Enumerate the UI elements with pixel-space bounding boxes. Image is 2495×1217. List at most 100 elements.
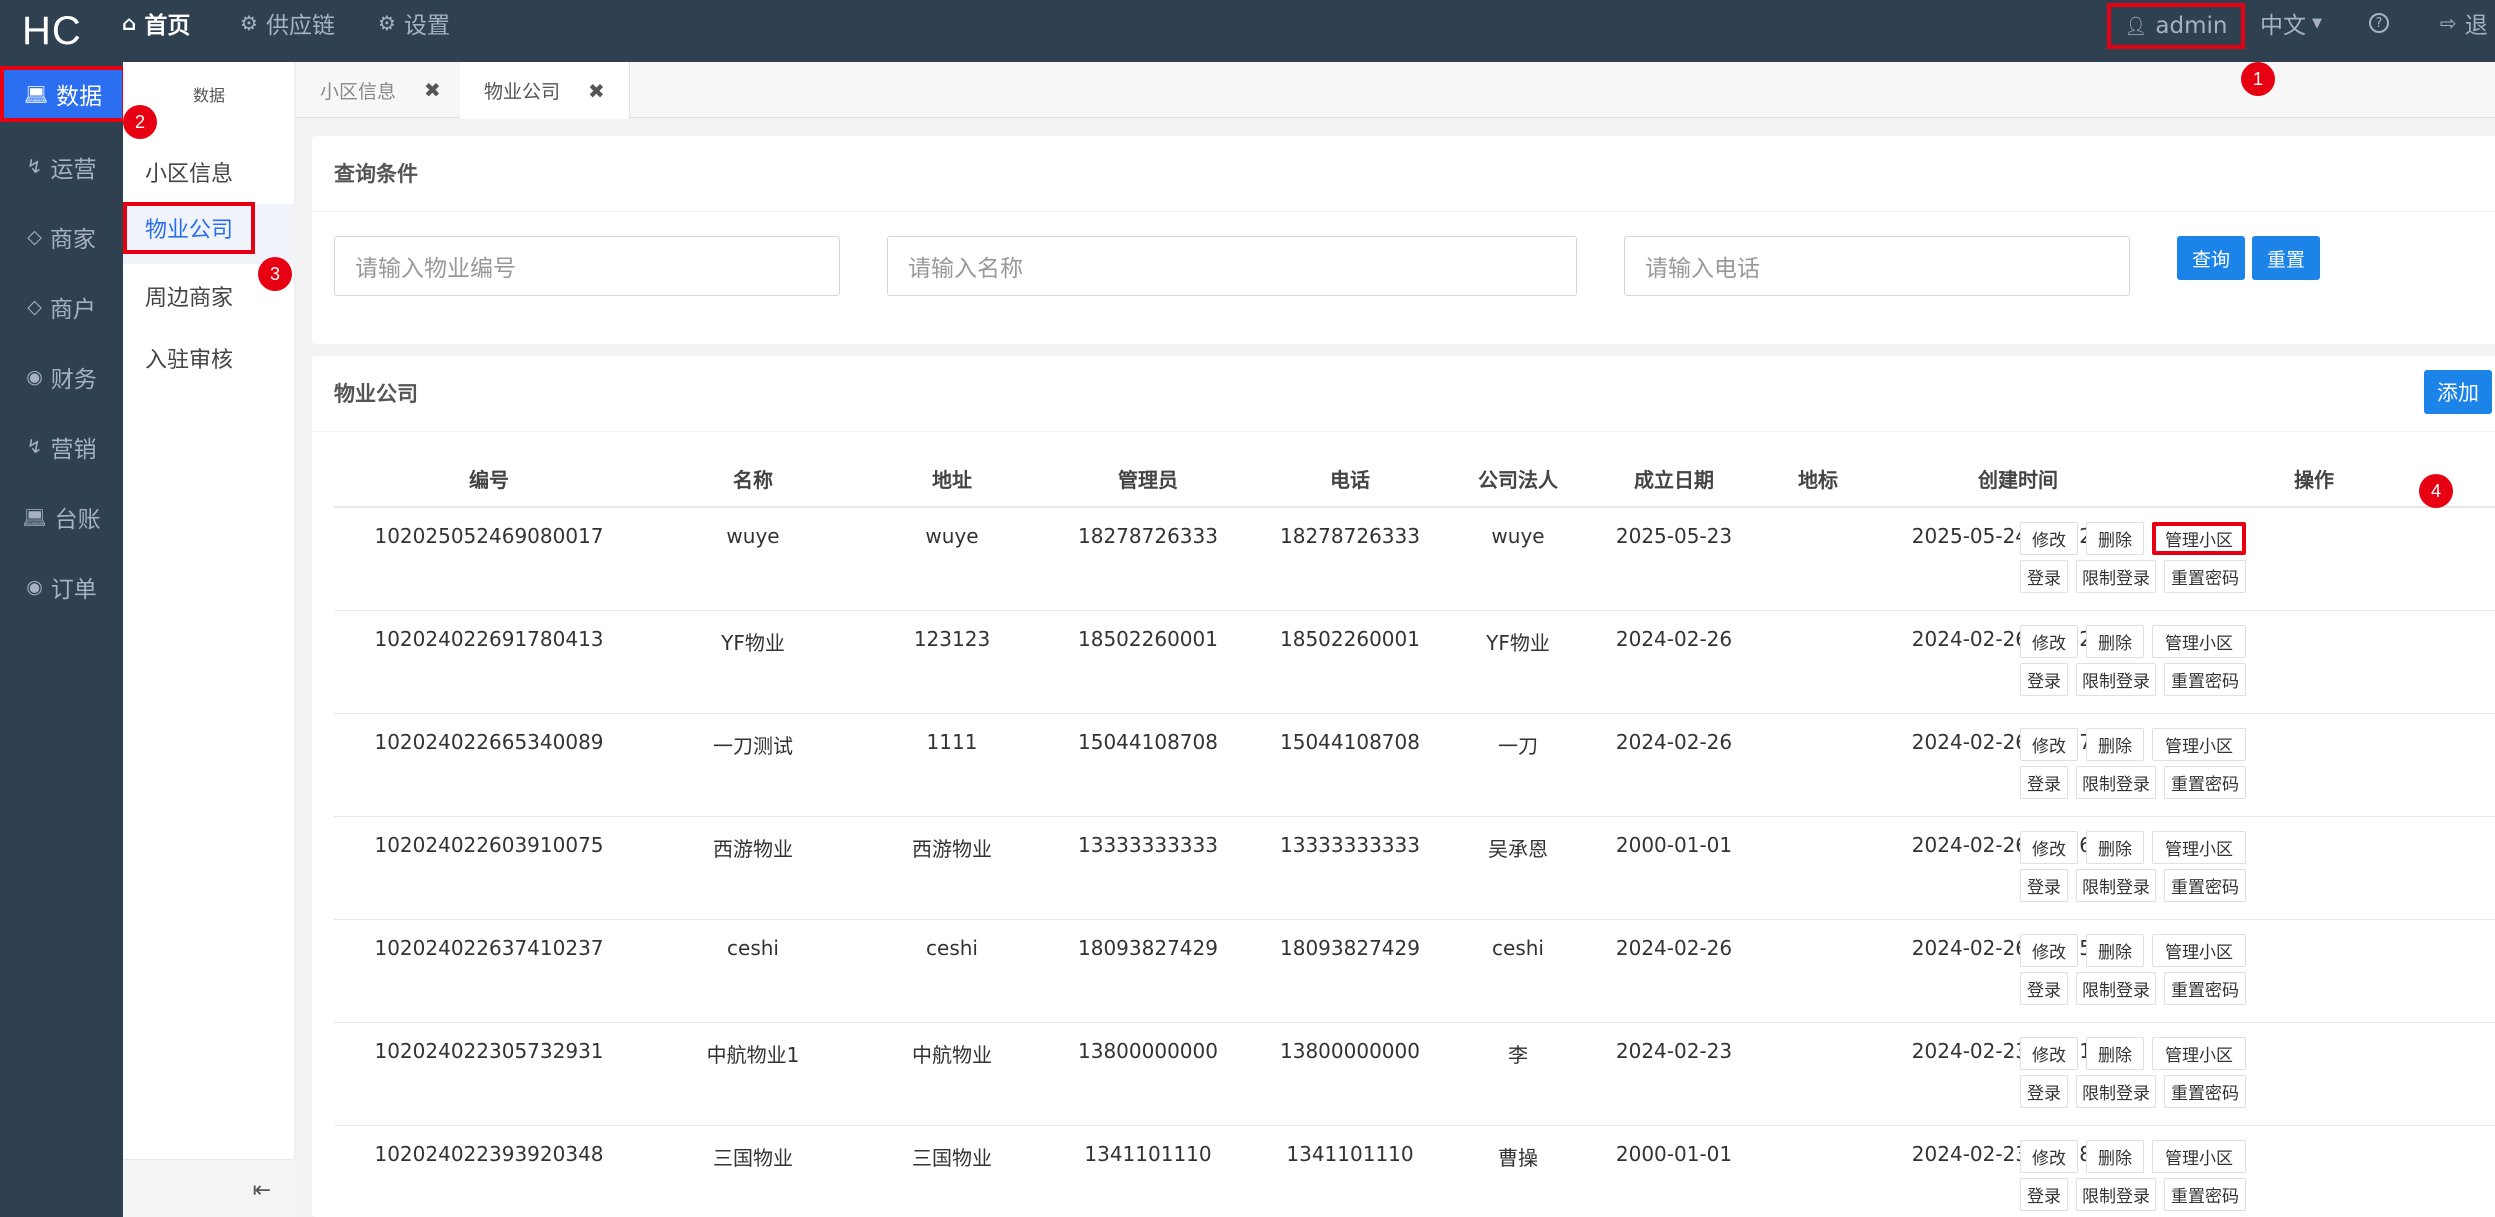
manage-community-button[interactable]: 管理小区	[2152, 1140, 2246, 1173]
manage-community-button[interactable]: 管理小区	[2152, 934, 2246, 967]
gear-icon: ⚙	[240, 11, 258, 35]
close-icon[interactable]: ✖	[588, 79, 605, 103]
table-cell: 一刀	[1498, 734, 1538, 758]
sign-out-icon: ⇨	[2440, 11, 2457, 35]
sidebar-item-orders[interactable]: ◉ 订单	[0, 552, 123, 622]
delete-button[interactable]: 删除	[2086, 934, 2144, 967]
login-button[interactable]: 登录	[2020, 663, 2068, 696]
sidebar-item-finance[interactable]: ◉ 财务	[0, 342, 123, 412]
sidebar-item-ledger[interactable]: 💻︎ 台账	[0, 482, 123, 552]
login-button[interactable]: 登录	[2020, 766, 2068, 799]
restrict-login-button[interactable]: 限制登录	[2076, 560, 2156, 593]
sidebar-item-label: 台账	[54, 507, 101, 533]
table-cell: 102024022603910075	[374, 833, 604, 857]
property-code-input[interactable]: 请输入物业编号	[334, 236, 840, 296]
table-cell: 2024-02-26	[1615, 627, 1733, 651]
sidebar-item-marketing[interactable]: ↯ 营销	[0, 412, 123, 482]
login-button[interactable]: 登录	[2020, 560, 2068, 593]
table-cell: 2024-02-26	[1615, 730, 1733, 754]
table-cell: 西游物业	[713, 837, 793, 861]
delete-button[interactable]: 删除	[2086, 831, 2144, 864]
nav-home[interactable]: ⌂ 首页	[122, 0, 190, 46]
login-button[interactable]: 登录	[2020, 1178, 2068, 1211]
delete-button[interactable]: 删除	[2086, 522, 2144, 555]
column-header: 成立日期	[1634, 468, 1714, 492]
table-cell: 13800000000	[1078, 1039, 1218, 1063]
submenu-item-entry-review[interactable]: 入驻审核	[145, 342, 233, 374]
restrict-login-button[interactable]: 限制登录	[2076, 663, 2156, 696]
sidebar-item-shops[interactable]: ◇ 商户	[0, 272, 123, 342]
delete-button[interactable]: 删除	[2086, 625, 2144, 658]
name-input[interactable]: 请输入名称	[887, 236, 1577, 296]
manage-community-button[interactable]: 管理小区	[2152, 831, 2246, 864]
edit-button[interactable]: 修改	[2020, 522, 2078, 555]
table-cell: 曹操	[1498, 1146, 1538, 1170]
gear-icon: ⚙	[378, 11, 396, 35]
delete-button[interactable]: 删除	[2086, 728, 2144, 761]
edit-button[interactable]: 修改	[2020, 625, 2078, 658]
table-cell: ceshi	[727, 936, 779, 960]
submenu-item-nearby-merchants[interactable]: 周边商家	[145, 280, 233, 312]
edit-button[interactable]: 修改	[2020, 728, 2078, 761]
main-sidebar: 💻︎ 数据 ↯ 运营 ◇ 商家 ◇ 商户 ◉ 财务 ↯ 营销 💻︎ 台账 ◉ 订…	[0, 62, 126, 1217]
submenu-item-property-company[interactable]: 物业公司	[123, 202, 256, 254]
tab-property-company[interactable]: 物业公司 ✖	[460, 62, 630, 119]
edit-button[interactable]: 修改	[2020, 1037, 2078, 1070]
manage-community-button[interactable]: 管理小区	[2152, 522, 2246, 555]
add-button[interactable]: 添加	[2424, 370, 2492, 414]
delete-button[interactable]: 删除	[2086, 1037, 2144, 1070]
reset-password-button[interactable]: 重置密码	[2164, 972, 2246, 1005]
sidebar-item-data[interactable]: 💻︎ 数据	[0, 66, 126, 122]
reset-password-button[interactable]: 重置密码	[2164, 766, 2246, 799]
table-header: 编号 名称 地址 管理员 电话 公司法人 成立日期 地标 创建时间 操作	[334, 452, 2495, 508]
reset-password-button[interactable]: 重置密码	[2164, 1075, 2246, 1108]
table-row: 102024022637410237 ceshi ceshi 18093827429 1…	[334, 920, 2495, 1023]
table-cell: 13800000000	[1280, 1039, 1420, 1063]
collapse-menu-icon[interactable]: ⇤	[253, 1178, 271, 1203]
submenu-footer: ⇤	[123, 1159, 295, 1217]
manage-community-button[interactable]: 管理小区	[2152, 625, 2246, 658]
delete-button[interactable]: 删除	[2086, 1140, 2144, 1173]
logout-button[interactable]: ⇨ 退	[2440, 0, 2488, 46]
edit-button[interactable]: 修改	[2020, 831, 2078, 864]
login-button[interactable]: 登录	[2020, 972, 2068, 1005]
reset-password-button[interactable]: 重置密码	[2164, 869, 2246, 902]
table-cell: 2000-01-01	[1615, 833, 1733, 857]
manage-community-button[interactable]: 管理小区	[2152, 728, 2246, 761]
login-button[interactable]: 登录	[2020, 1075, 2068, 1108]
reset-button[interactable]: 重置	[2252, 236, 2320, 280]
user-menu[interactable]: 👤︎ admin	[2107, 3, 2245, 49]
table-cell: 18278726333	[1280, 524, 1420, 548]
sidebar-item-operations[interactable]: ↯ 运营	[0, 132, 123, 202]
manage-community-button[interactable]: 管理小区	[2152, 1037, 2246, 1070]
nav-supply-chain[interactable]: ⚙ 供应链	[240, 0, 335, 46]
reset-password-button[interactable]: 重置密码	[2164, 560, 2246, 593]
reset-password-button[interactable]: 重置密码	[2164, 663, 2246, 696]
table-row: 102024022603910075 西游物业 西游物业 13333333333 133…	[334, 817, 2495, 920]
language-dropdown[interactable]: 中文 ▼	[2260, 0, 2322, 46]
restrict-login-button[interactable]: 限制登录	[2076, 972, 2156, 1005]
restrict-login-button[interactable]: 限制登录	[2076, 1075, 2156, 1108]
edit-button[interactable]: 修改	[2020, 1140, 2078, 1173]
restrict-login-button[interactable]: 限制登录	[2076, 1178, 2156, 1211]
tab-community[interactable]: 小区信息 ✖	[296, 62, 466, 118]
bolt-icon: ↯	[26, 156, 43, 178]
phone-input[interactable]: 请输入电话	[1624, 236, 2130, 296]
column-header: 操作	[2294, 468, 2334, 492]
page-tabs: 小区信息 ✖ 物业公司 ✖	[296, 62, 2495, 119]
restrict-login-button[interactable]: 限制登录	[2076, 869, 2156, 902]
restrict-login-button[interactable]: 限制登录	[2076, 766, 2156, 799]
submenu-item-community[interactable]: 小区信息	[145, 156, 233, 188]
login-button[interactable]: 登录	[2020, 869, 2068, 902]
table-cell: 18278726333	[1078, 524, 1218, 548]
close-icon[interactable]: ✖	[424, 78, 441, 102]
reset-password-button[interactable]: 重置密码	[2164, 1178, 2246, 1211]
sidebar-item-merchants[interactable]: ◇ 商家	[0, 202, 123, 272]
submenu-title: 数据	[192, 86, 225, 105]
table-cell: 一刀测试	[713, 734, 793, 758]
table-cell: 2000-01-01	[1615, 1142, 1733, 1166]
help-button[interactable]: ?	[2369, 0, 2389, 46]
nav-settings[interactable]: ⚙ 设置	[378, 0, 450, 46]
edit-button[interactable]: 修改	[2020, 934, 2078, 967]
query-button[interactable]: 查询	[2177, 236, 2245, 280]
